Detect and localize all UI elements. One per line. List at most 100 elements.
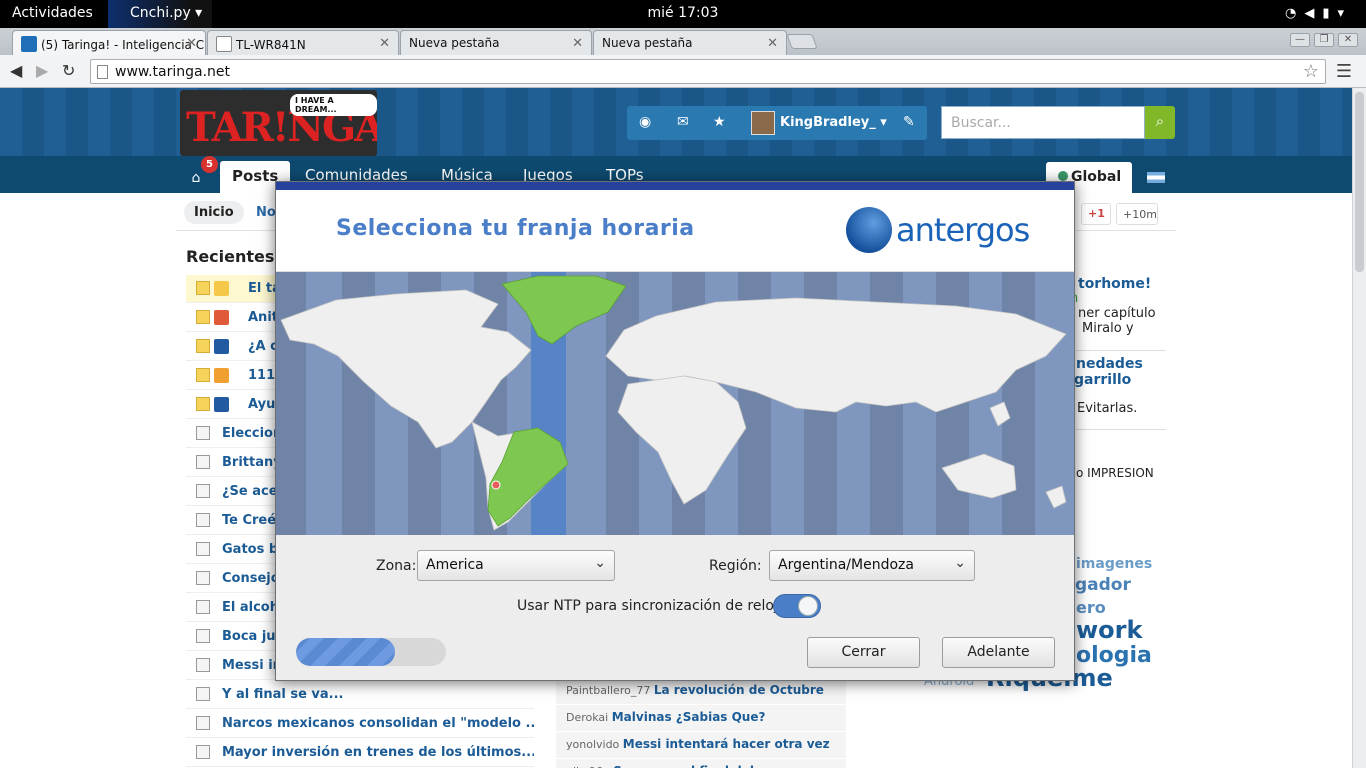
star-icon[interactable]: ★ xyxy=(713,114,726,130)
dialog-header: Selecciona tu franja horaria antergos xyxy=(276,190,1074,272)
mid-post-user: Derokai xyxy=(566,711,609,724)
post-title: ¿A c xyxy=(248,339,278,354)
tag-link[interactable]: gador xyxy=(1075,575,1131,595)
zone-select[interactable]: America ⌄ xyxy=(417,550,615,581)
progress-fill xyxy=(296,638,395,666)
region-label: Región: xyxy=(709,558,762,574)
mail-icon[interactable]: ✉ xyxy=(677,114,689,130)
chevron-down-icon: ⌄ xyxy=(954,555,966,571)
maximize-button[interactable]: ❐ xyxy=(1314,33,1334,47)
timezone-world-map[interactable] xyxy=(276,272,1074,535)
post-icon xyxy=(196,658,210,672)
right-post-text-4: o IMPRESION xyxy=(1076,466,1154,480)
next-button[interactable]: Adelante xyxy=(942,637,1055,668)
mid-post-user: yonolvido xyxy=(566,738,620,751)
new-tab-button[interactable] xyxy=(786,34,818,49)
subnav-inicio[interactable]: Inicio xyxy=(184,201,244,224)
divider xyxy=(1076,350,1166,351)
tab-router[interactable]: TL-WR841N ✕ xyxy=(207,30,399,55)
category-icon xyxy=(214,397,229,412)
post-row[interactable]: Mayor inversión en trenes de los últimos… xyxy=(186,739,534,767)
post-row[interactable]: Narcos mexicanos consolidan el "modelo .… xyxy=(186,710,534,738)
address-bar[interactable]: www.taringa.net ☆ xyxy=(90,59,1326,84)
post-title: ¿Se ace xyxy=(222,484,278,499)
back-icon[interactable]: ◀ xyxy=(10,61,22,80)
mid-post-row[interactable]: Derokai Malvinas ¿Sabias Que? xyxy=(556,705,846,732)
tag-link[interactable]: work xyxy=(1076,616,1142,644)
tab-taringa[interactable]: (5) Taringa! - Inteligencia C ✕ xyxy=(12,30,206,55)
globe-icon xyxy=(1058,171,1068,181)
region-select[interactable]: Argentina/Mendoza ⌄ xyxy=(769,550,975,581)
gplus-button[interactable]: +1 xyxy=(1081,203,1111,225)
compose-icon[interactable]: ✎ xyxy=(903,114,915,130)
region-value: Argentina/Mendoza xyxy=(778,557,914,573)
page-scrollbar[interactable] xyxy=(1352,88,1366,768)
argentina-flag-icon[interactable] xyxy=(1147,172,1165,183)
folder-icon xyxy=(196,281,210,295)
close-icon[interactable]: ✕ xyxy=(767,36,778,51)
tab-new-2[interactable]: Nueva pestaña ✕ xyxy=(593,30,787,55)
right-post-title-1[interactable]: torhome! xyxy=(1078,276,1151,292)
bookmark-star-icon[interactable]: ☆ xyxy=(1303,61,1319,82)
folder-icon xyxy=(196,397,210,411)
username[interactable]: KingBradley_ ▾ xyxy=(780,115,887,130)
forward-icon[interactable]: ▶ xyxy=(36,61,48,80)
post-icon xyxy=(196,716,210,730)
menu-icon[interactable]: ☰ xyxy=(1336,61,1352,82)
site-logo[interactable]: TAR!NGA! I HAVE A DREAM... xyxy=(180,90,377,156)
subnav-novedades[interactable]: No xyxy=(256,205,276,220)
timezone-dialog: Selecciona tu franja horaria antergos Zo… xyxy=(275,181,1075,681)
right-post-text-3: Evitarlas. xyxy=(1077,401,1138,416)
close-icon[interactable]: ✕ xyxy=(186,36,197,51)
post-icon xyxy=(196,484,210,498)
eye-icon[interactable]: ◉ xyxy=(639,114,651,130)
ntp-toggle[interactable] xyxy=(773,594,821,618)
tab-new-1[interactable]: Nueva pestaña ✕ xyxy=(400,30,592,55)
mid-post-title: ¿Se acerca el final del xyxy=(606,764,754,768)
global-label: Global xyxy=(1071,169,1122,185)
page-icon xyxy=(97,65,108,79)
close-icon[interactable]: ✕ xyxy=(379,36,390,51)
tab-label: Nueva pestaña xyxy=(409,36,500,50)
close-icon[interactable]: ✕ xyxy=(572,36,583,51)
post-icon xyxy=(196,745,210,759)
tag-link[interactable]: imagenes xyxy=(1076,556,1152,572)
mid-post-row[interactable]: Paintballero_77 La revolución de Octubre xyxy=(556,678,846,705)
browser-toolbar: ◀ ▶ ↻ www.taringa.net ☆ ☰ xyxy=(0,55,1366,88)
folder-icon xyxy=(196,368,210,382)
post-icon xyxy=(196,629,210,643)
post-title: Gatos b xyxy=(222,542,279,557)
post-title: Boca ju xyxy=(222,629,276,644)
site-search-input[interactable]: Buscar... xyxy=(941,106,1145,139)
mid-post-row[interactable]: yonolvido Messi intentará hacer otra vez xyxy=(556,732,846,759)
search-icon[interactable]: ⌕ xyxy=(1145,106,1175,139)
site-header: TAR!NGA! I HAVE A DREAM... ◉ ✉ ★ KingBra… xyxy=(0,88,1352,156)
notification-badge[interactable]: 5 xyxy=(201,156,218,173)
category-icon xyxy=(214,368,229,383)
mid-post-row[interactable]: nike96 ¿Se acerca el final del xyxy=(556,759,846,768)
taringa-favicon-icon xyxy=(21,36,37,52)
system-tray[interactable]: ◔◀▮▾ xyxy=(1285,6,1352,21)
window-close-button[interactable]: ✕ xyxy=(1338,33,1358,47)
username-text: KingBradley_ xyxy=(780,115,876,130)
location-pin-icon[interactable] xyxy=(491,480,501,490)
avatar[interactable] xyxy=(751,111,775,135)
right-post-title-3[interactable]: garrillo xyxy=(1074,372,1131,388)
right-post-text-1: ner capítulo xyxy=(1078,306,1156,321)
post-title: El alcoh xyxy=(222,600,279,615)
reload-icon[interactable]: ↻ xyxy=(62,61,75,80)
wifi-icon: ◔ xyxy=(1284,6,1305,21)
right-post-title-2[interactable]: nedades xyxy=(1076,356,1143,372)
tab-label: Nueva pestaña xyxy=(602,36,693,50)
world-map-svg xyxy=(276,272,1067,535)
close-button[interactable]: Cerrar xyxy=(807,637,920,668)
tag-link[interactable]: ero xyxy=(1076,598,1106,617)
post-icon xyxy=(196,571,210,585)
post-title: Te Creé xyxy=(222,513,277,528)
antergos-wordmark: antergos xyxy=(896,211,1030,249)
clock[interactable]: mié 17:03 xyxy=(0,5,1366,21)
scrollbar-thumb[interactable] xyxy=(1355,92,1364,272)
minimize-button[interactable]: — xyxy=(1290,33,1310,47)
post-row[interactable]: Y al final se va... xyxy=(186,681,534,709)
toggle-knob xyxy=(798,596,818,616)
